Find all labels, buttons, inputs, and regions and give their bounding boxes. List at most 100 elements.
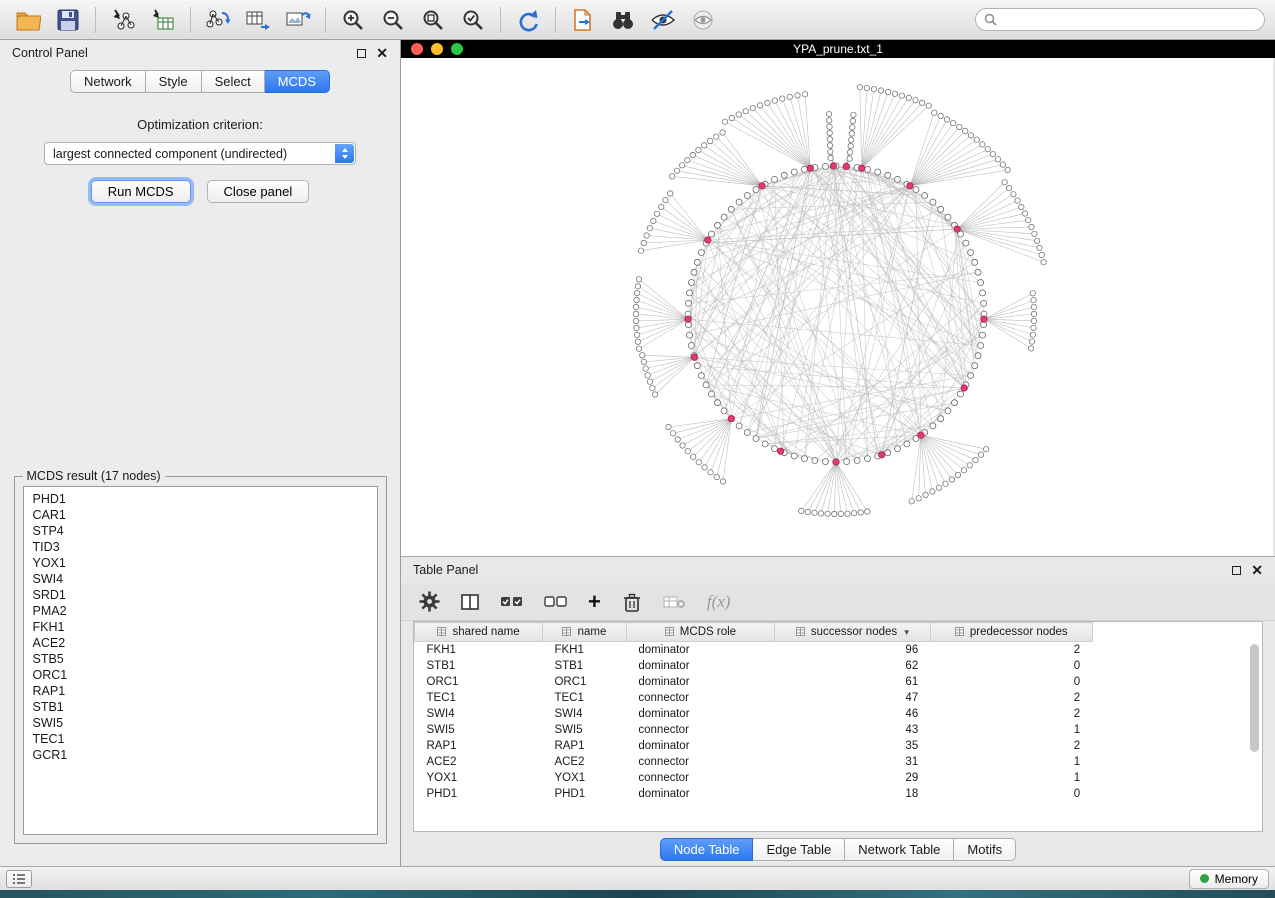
table-row[interactable]: ORC1ORC1dominator610: [415, 674, 1263, 690]
result-node-item[interactable]: CAR1: [33, 507, 368, 523]
show-columns-button[interactable]: [460, 592, 480, 612]
result-node-item[interactable]: RAP1: [33, 683, 368, 699]
result-node-item[interactable]: SWI5: [33, 715, 368, 731]
panel-menu-button[interactable]: [6, 870, 32, 888]
tab-style[interactable]: Style: [146, 70, 202, 93]
table-tab-network-table[interactable]: Network Table: [845, 838, 954, 861]
table-row[interactable]: FKH1FKH1dominator962: [415, 642, 1263, 659]
run-mcds-button[interactable]: Run MCDS: [91, 180, 191, 203]
import-table-button[interactable]: [145, 5, 181, 35]
table-cell: 35: [774, 738, 930, 754]
close-panel-icon[interactable]: ✕: [376, 48, 388, 58]
table-clear-icon: [663, 593, 687, 611]
hide-details-button[interactable]: [645, 5, 681, 35]
zoom-fit-button[interactable]: [415, 5, 451, 35]
table-row[interactable]: STB1STB1dominator620: [415, 658, 1263, 674]
network-window: YPA_prune.txt_1: [401, 40, 1275, 556]
float-table-panel-icon[interactable]: [1232, 566, 1241, 575]
result-node-item[interactable]: TID3: [33, 539, 368, 555]
tab-network[interactable]: Network: [70, 70, 146, 93]
share-document-button[interactable]: [565, 5, 601, 35]
window-close-icon[interactable]: [411, 43, 423, 55]
table-row[interactable]: RAP1RAP1dominator352: [415, 738, 1263, 754]
result-node-item[interactable]: TEC1: [33, 731, 368, 747]
column-header[interactable]: shared name: [415, 623, 543, 642]
table-cell: dominator: [626, 642, 774, 659]
unselect-all-columns-button[interactable]: [544, 593, 568, 611]
memory-label: Memory: [1215, 872, 1258, 886]
window-maximize-icon[interactable]: [451, 43, 463, 55]
table-row[interactable]: SWI4SWI4dominator462: [415, 706, 1263, 722]
fx-icon: f(x): [707, 592, 731, 612]
result-node-item[interactable]: STB5: [33, 651, 368, 667]
float-panel-icon[interactable]: [357, 49, 366, 58]
table-header-row: shared name name MCDS role successor nod…: [415, 623, 1263, 642]
import-network-button[interactable]: [105, 5, 141, 35]
result-node-item[interactable]: PMA2: [33, 603, 368, 619]
column-header[interactable]: predecessor nodes: [930, 623, 1092, 642]
tab-mcds[interactable]: MCDS: [265, 70, 330, 93]
table-row[interactable]: SWI5SWI5connector431: [415, 722, 1263, 738]
column-header[interactable]: successor nodes ▾: [774, 623, 930, 642]
column-header[interactable]: MCDS role: [626, 623, 774, 642]
table-row[interactable]: PHD1PHD1dominator180: [415, 786, 1263, 802]
column-header[interactable]: name: [542, 623, 626, 642]
toolbar-separator: [325, 7, 326, 33]
table-settings-button[interactable]: [419, 591, 440, 612]
window-minimize-icon[interactable]: [431, 43, 443, 55]
save-session-button[interactable]: [50, 5, 86, 35]
show-details-button[interactable]: [685, 5, 721, 35]
node-table-container: shared name name MCDS role successor nod…: [413, 621, 1263, 832]
export-network-icon: [205, 8, 231, 32]
add-row-button[interactable]: +: [588, 592, 601, 612]
table-toolbar: + f(x): [401, 583, 1275, 621]
table-scrollbar[interactable]: [1250, 644, 1259, 752]
right-column: YPA_prune.txt_1 Table Panel ✕: [401, 40, 1275, 866]
table-cell: 29: [774, 770, 930, 786]
network-graph[interactable]: [401, 58, 1273, 556]
refresh-view-button[interactable]: [510, 5, 546, 35]
clear-table-button-disabled[interactable]: [663, 593, 687, 611]
export-table-icon: [245, 8, 271, 32]
memory-button[interactable]: Memory: [1189, 869, 1269, 889]
result-node-item[interactable]: PHD1: [33, 491, 368, 507]
tab-select[interactable]: Select: [202, 70, 265, 93]
table-cell: connector: [626, 770, 774, 786]
table-cell: [1092, 770, 1262, 786]
table-row[interactable]: ACE2ACE2connector311: [415, 754, 1263, 770]
criterion-dropdown[interactable]: largest connected component (undirected): [44, 142, 356, 165]
close-panel-button[interactable]: Close panel: [207, 180, 310, 203]
result-node-item[interactable]: ACE2: [33, 635, 368, 651]
delete-row-button[interactable]: [621, 591, 643, 613]
mcds-result-list[interactable]: PHD1CAR1STP4TID3YOX1SWI4SRD1PMA2FKH1ACE2…: [23, 486, 378, 835]
zoom-out-button[interactable]: [375, 5, 411, 35]
table-cell: 0: [930, 786, 1092, 802]
zoom-selected-button[interactable]: [455, 5, 491, 35]
search-input[interactable]: [1003, 13, 1256, 27]
result-node-item[interactable]: ORC1: [33, 667, 368, 683]
open-file-button[interactable]: [10, 5, 46, 35]
select-all-columns-button[interactable]: [500, 593, 524, 611]
export-network-button[interactable]: [200, 5, 236, 35]
table-cell: ORC1: [542, 674, 626, 690]
result-node-item[interactable]: YOX1: [33, 555, 368, 571]
result-node-item[interactable]: STP4: [33, 523, 368, 539]
export-table-button[interactable]: [240, 5, 276, 35]
checked-boxes-icon: [500, 593, 524, 611]
zoom-in-button[interactable]: [335, 5, 371, 35]
table-cell: SWI5: [542, 722, 626, 738]
search-network-button[interactable]: [605, 5, 641, 35]
result-node-item[interactable]: GCR1: [33, 747, 368, 763]
result-node-item[interactable]: SWI4: [33, 571, 368, 587]
table-tab-node-table[interactable]: Node Table: [660, 838, 754, 861]
table-tab-edge-table[interactable]: Edge Table: [753, 838, 845, 861]
result-node-item[interactable]: STB1: [33, 699, 368, 715]
table-row[interactable]: TEC1TEC1connector472: [415, 690, 1263, 706]
function-builder-button-disabled[interactable]: f(x): [707, 592, 731, 612]
result-node-item[interactable]: FKH1: [33, 619, 368, 635]
export-image-button[interactable]: [280, 5, 316, 35]
result-node-item[interactable]: SRD1: [33, 587, 368, 603]
table-tab-motifs[interactable]: Motifs: [954, 838, 1016, 861]
close-table-panel-icon[interactable]: ✕: [1251, 565, 1263, 575]
table-row[interactable]: YOX1YOX1connector291: [415, 770, 1263, 786]
